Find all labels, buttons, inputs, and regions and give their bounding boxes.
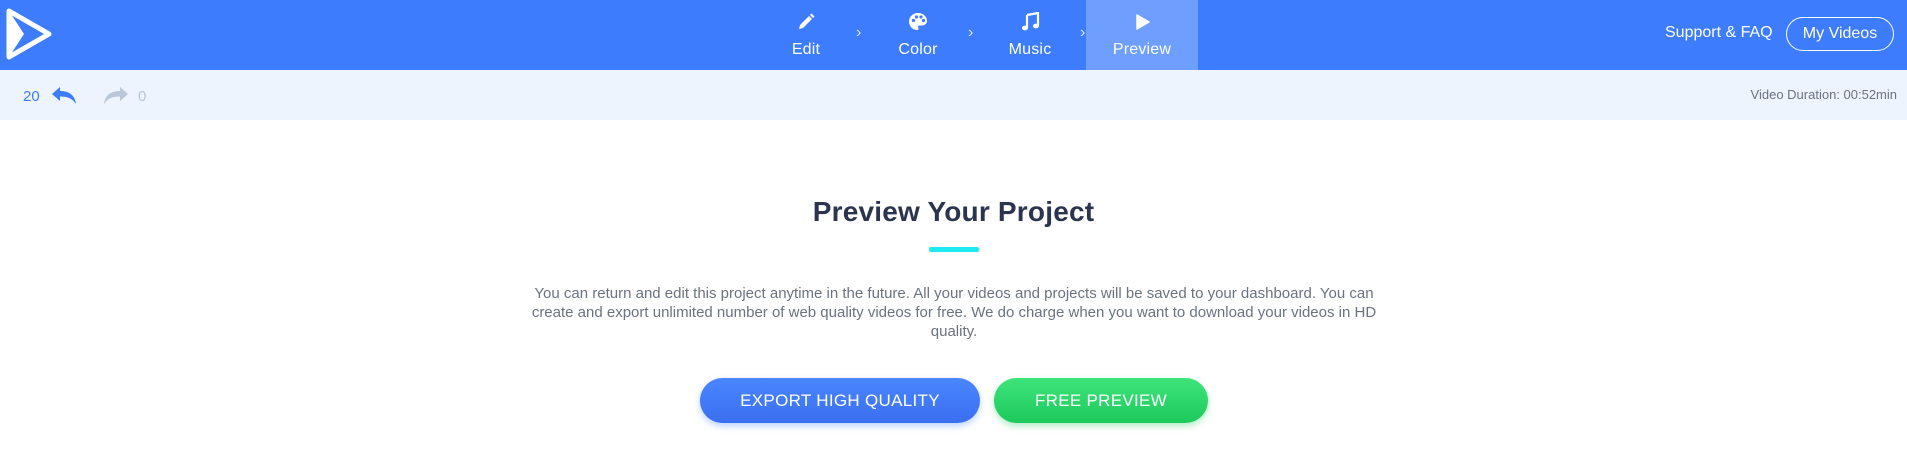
music-note-icon [1020, 11, 1040, 33]
redo-icon[interactable] [102, 85, 130, 110]
video-duration: Video Duration: 00:52min [1750, 87, 1897, 102]
chevron-right-icon: › [1080, 24, 1086, 41]
my-videos-button[interactable]: My Videos [1786, 17, 1894, 51]
page-title: Preview Your Project [812, 196, 1095, 227]
palette-icon [907, 11, 929, 33]
description-line: You can return and edit this project any… [534, 285, 1374, 302]
export-high-quality-button[interactable]: EXPORT HIGH QUALITY [700, 378, 980, 423]
history-toolbar: 20 0 Video Duration: 00:52min [0, 70, 1907, 120]
support-faq-link[interactable]: Support & FAQ [1665, 24, 1773, 42]
play-icon [1133, 11, 1151, 33]
logo-icon[interactable] [6, 8, 52, 60]
step-label: Music [1008, 41, 1052, 58]
free-preview-button[interactable]: FREE PREVIEW [994, 378, 1208, 423]
undo-count: 20 [23, 88, 40, 105]
step-color[interactable]: Color [862, 0, 974, 70]
chevron-right-icon: › [968, 24, 974, 41]
step-label: Preview [1112, 41, 1172, 58]
title-underline [929, 247, 979, 252]
undo-icon[interactable] [50, 85, 78, 110]
description-line: quality. [930, 323, 978, 340]
pencil-icon [796, 11, 816, 33]
top-navigation-bar: Edit › Color › Music › Preview Support &… [0, 0, 1907, 70]
redo-count: 0 [138, 88, 147, 105]
step-label: Color [898, 41, 938, 58]
step-label: Edit [791, 41, 821, 58]
step-preview[interactable]: Preview [1086, 0, 1198, 70]
description: You can return and edit this project any… [490, 284, 1418, 341]
step-music[interactable]: Music [974, 0, 1086, 70]
step-edit[interactable]: Edit [750, 0, 862, 70]
wizard-steps: Edit › Color › Music › Preview [750, 0, 1198, 70]
chevron-right-icon: › [856, 24, 862, 41]
description-line: create and export unlimited number of we… [531, 304, 1377, 321]
